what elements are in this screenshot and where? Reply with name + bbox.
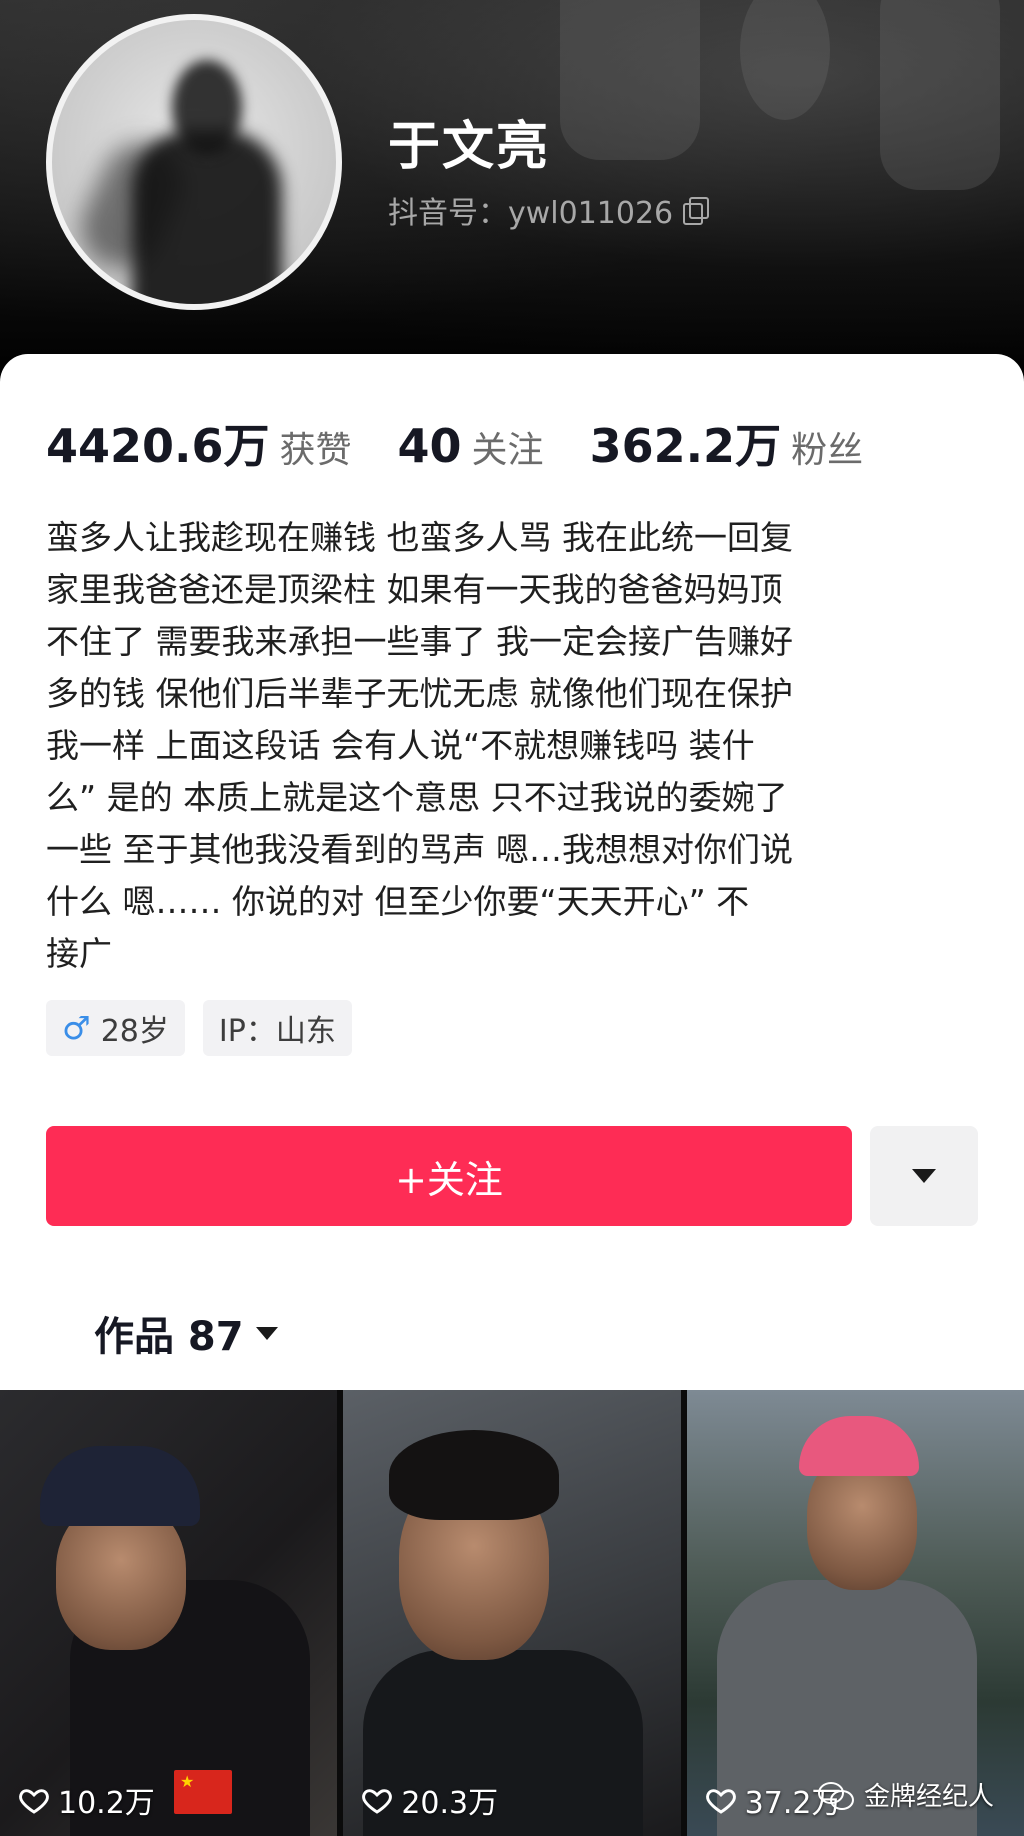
stat-value: 40: [397, 419, 462, 473]
profile-name: 于文亮: [388, 117, 551, 177]
profile-tags: ♂ 28岁 IP：山东: [46, 1000, 352, 1056]
background-figure: [560, 0, 700, 160]
stat-value: 4420.6万: [46, 419, 270, 473]
cap: [40, 1446, 200, 1526]
chevron-down-icon: [255, 1326, 278, 1340]
stat-label: 关注: [471, 430, 544, 471]
chevron-down-icon: [912, 1169, 936, 1183]
douyin-id[interactable]: 抖音号：ywl011026: [388, 188, 710, 232]
like-count-text: 10.2万: [58, 1786, 155, 1821]
age-text: 28岁: [100, 1014, 169, 1049]
tab-works[interactable]: 作品 87: [94, 1304, 278, 1362]
ip-text: IP：山东: [218, 1014, 336, 1049]
background-drum: [740, 0, 830, 120]
copy-icon[interactable]: [681, 197, 710, 225]
stat-label: 粉丝: [791, 430, 864, 471]
avatar-silhouette: [132, 130, 282, 304]
works-label: 作品 87: [94, 1314, 244, 1360]
stat-value: 362.2万: [589, 419, 782, 473]
like-count: 20.3万: [361, 1778, 498, 1822]
stat-likes: 4420.6万 获赞: [46, 410, 352, 476]
video-grid: 10.2万 20.3万 37.2万: [0, 1390, 1024, 1836]
video-thumbnail[interactable]: 10.2万: [0, 1390, 338, 1836]
douyin-id-text: 抖音号：ywl011026: [388, 196, 674, 231]
heart-icon: [19, 1789, 49, 1814]
like-count: 10.2万: [18, 1778, 155, 1822]
stat-following[interactable]: 40 关注: [398, 419, 544, 473]
cap: [798, 1416, 919, 1476]
stats-row: 4420.6万 获赞 40 关注 362.2万 粉丝: [46, 410, 909, 476]
heart-icon: [362, 1789, 393, 1814]
stat-label: 获赞: [279, 430, 352, 471]
male-icon: ♂: [62, 1009, 91, 1047]
background-figure: [880, 0, 1000, 190]
like-count-text: 20.3万: [401, 1786, 499, 1821]
ip-tag: IP：山东: [202, 1000, 352, 1056]
follow-button[interactable]: +关注: [46, 1126, 852, 1226]
avatar-silhouette: [172, 60, 242, 155]
stat-followers[interactable]: 362.2万 粉丝: [590, 410, 864, 476]
heart-icon: [705, 1789, 736, 1814]
video-thumbnail[interactable]: 37.2万: [686, 1390, 1024, 1836]
bio-text: 蛮多人让我趁现在赚钱 也蛮多人骂 我在此统一回复 家里我爸爸还是顶梁柱 如果有一…: [46, 518, 793, 973]
wechat-icon: [818, 1780, 854, 1810]
flag-icon: [174, 1770, 232, 1814]
watermark-text: 金牌经纪人: [864, 1782, 995, 1812]
age-tag: ♂ 28岁: [46, 1000, 185, 1056]
profile-card: 4420.6万 获赞 40 关注 362.2万 粉丝 蛮多人让我趁现在赚钱 也蛮…: [0, 354, 1024, 1390]
profile-header: 于文亮 抖音号：ywl011026: [0, 0, 1024, 380]
hair: [389, 1430, 560, 1520]
watermark: 金牌经纪人: [818, 1776, 994, 1813]
more-options-button[interactable]: [870, 1126, 978, 1226]
video-thumbnail[interactable]: 20.3万: [343, 1390, 681, 1836]
avatar[interactable]: [46, 14, 342, 310]
